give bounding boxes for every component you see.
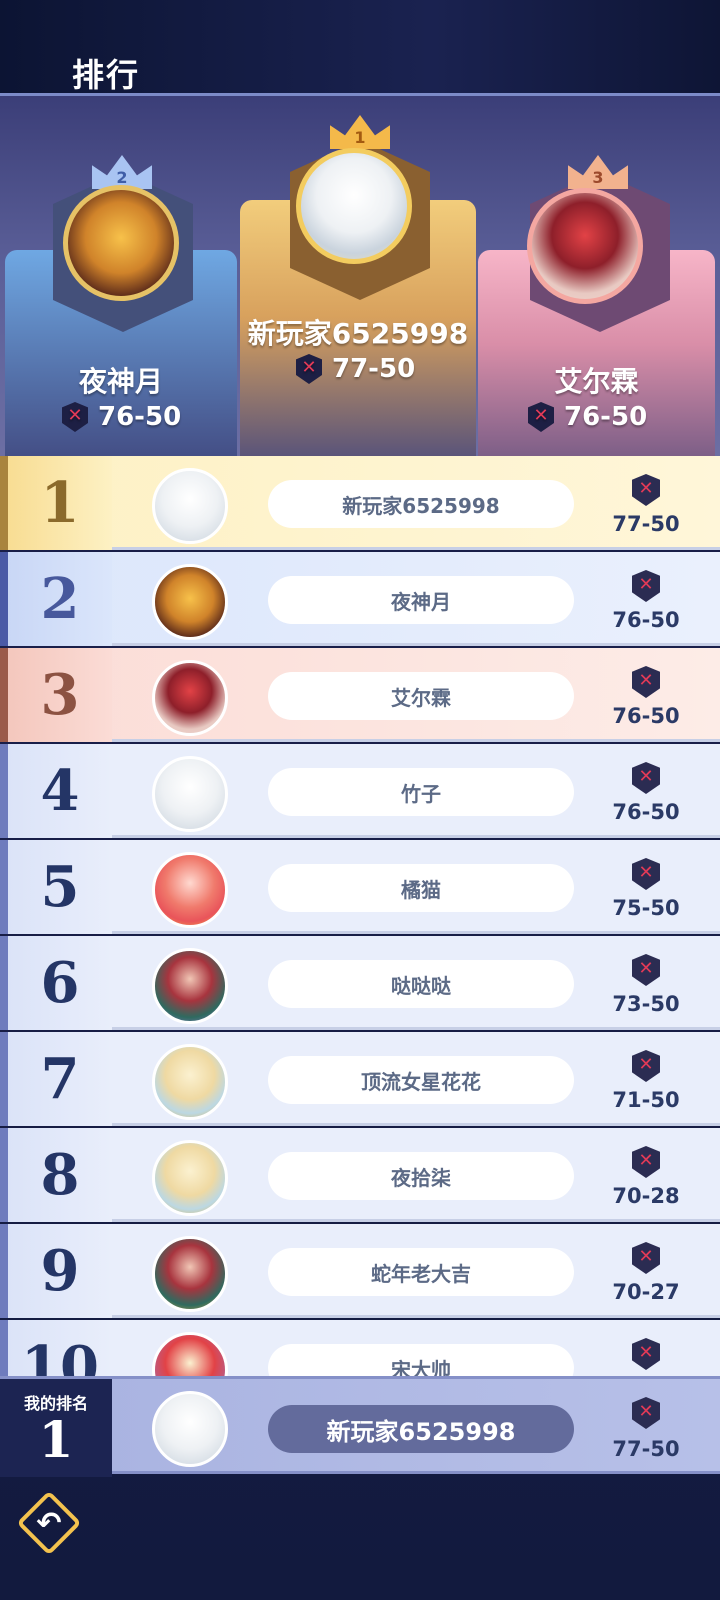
player-score: 70-28 [612, 1184, 680, 1208]
crossed-swords-shield-icon [632, 858, 660, 890]
player-score: 76-50 [612, 800, 680, 824]
rank-number: 7 [0, 1032, 112, 1126]
my-rank-number: 1 [38, 1410, 74, 1469]
rank-number: 4 [0, 744, 112, 838]
avatar[interactable] [152, 948, 228, 1024]
list-item[interactable]: 2 夜神月 76-50 [0, 552, 720, 646]
avatar[interactable] [152, 756, 228, 832]
player-name: 夜拾柒 [268, 1152, 574, 1200]
rank-number: 2 [0, 552, 112, 646]
crossed-swords-shield-icon [632, 474, 660, 506]
rank-number: 3 [0, 648, 112, 742]
avatar[interactable] [152, 468, 228, 544]
avatar[interactable] [152, 660, 228, 736]
rank-number: 1 [0, 456, 112, 550]
podium-avatar-2[interactable] [63, 185, 179, 301]
rank-number: 10 [0, 1320, 112, 1376]
player-name: 蛇年老大吉 [268, 1248, 574, 1296]
header-bar: 排行 [0, 0, 720, 94]
podium-name-1: 新玩家6525998 [247, 317, 469, 350]
podium-score-2: 76-50 [62, 402, 181, 432]
my-player-name: 新玩家6525998 [268, 1405, 574, 1453]
podium-name-2: 夜神月 [78, 365, 163, 398]
player-name: 哒哒哒 [268, 960, 574, 1008]
player-score: 76-50 [612, 608, 680, 632]
player-score: 70-27 [612, 1280, 680, 1304]
back-button[interactable]: ↶ [16, 1490, 82, 1556]
list-item[interactable]: 4 竹子 76-50 [0, 744, 720, 838]
crossed-swords-shield-icon [632, 1146, 660, 1178]
podium-name-3: 艾尔霖 [554, 365, 639, 398]
rank-number: 5 [0, 840, 112, 934]
player-name: 竹子 [268, 768, 574, 816]
podium-avatar-3[interactable] [527, 188, 643, 304]
crossed-swords-shield-icon [632, 954, 660, 986]
my-player-score: 77-50 [612, 1437, 680, 1461]
crossed-swords-shield-icon [632, 1242, 660, 1274]
back-arrow-icon: ↶ [36, 1505, 62, 1541]
player-name: 夜神月 [268, 576, 574, 624]
score-icon [62, 402, 88, 432]
avatar[interactable] [152, 1332, 228, 1376]
player-name: 橘猫 [268, 864, 574, 912]
avatar[interactable] [152, 852, 228, 928]
list-item[interactable]: 10 宋大帅 [0, 1320, 720, 1376]
crossed-swords-shield-icon [632, 666, 660, 698]
player-score: 77-50 [612, 512, 680, 536]
podium-avatar-1[interactable] [296, 148, 412, 264]
player-name: 新玩家6525998 [268, 480, 574, 528]
score-icon [296, 354, 322, 384]
ranking-list[interactable]: 1 新玩家6525998 77-50 2 夜神月 76-50 3 艾尔霖 76-… [0, 456, 720, 1376]
player-score: 71-50 [612, 1088, 680, 1112]
my-rank-row[interactable]: 我的排名 1 新玩家6525998 77-50 [0, 1376, 720, 1477]
my-avatar[interactable] [152, 1391, 228, 1467]
podium-score-3: 76-50 [528, 402, 647, 432]
podium-score-1-value: 77-50 [332, 354, 416, 384]
rank-number: 9 [0, 1224, 112, 1318]
avatar[interactable] [152, 1044, 228, 1120]
rank-number: 6 [0, 936, 112, 1030]
list-item[interactable]: 9 蛇年老大吉 70-27 [0, 1224, 720, 1318]
podium-score-1: 77-50 [296, 354, 415, 384]
player-name: 顶流女星花花 [268, 1056, 574, 1104]
avatar[interactable] [152, 1140, 228, 1216]
list-item[interactable]: 3 艾尔霖 76-50 [0, 648, 720, 742]
list-item[interactable]: 6 哒哒哒 73-50 [0, 936, 720, 1030]
crossed-swords-shield-icon [632, 1050, 660, 1082]
crossed-swords-shield-icon [632, 1338, 660, 1370]
page-title: 排行 [72, 56, 141, 94]
player-name: 宋大帅 [268, 1344, 574, 1376]
player-score: 76-50 [612, 704, 680, 728]
player-name: 艾尔霖 [268, 672, 574, 720]
crossed-swords-shield-icon [632, 1397, 660, 1429]
podium-score-2-value: 76-50 [98, 402, 182, 432]
avatar[interactable] [152, 564, 228, 640]
player-score: 73-50 [612, 992, 680, 1016]
podium-score-3-value: 76-50 [564, 402, 648, 432]
list-item[interactable]: 1 新玩家6525998 77-50 [0, 456, 720, 550]
list-item[interactable]: 8 夜拾柒 70-28 [0, 1128, 720, 1222]
crossed-swords-shield-icon [632, 762, 660, 794]
crossed-swords-shield-icon [632, 570, 660, 602]
my-rank-cell: 我的排名 1 [0, 1379, 112, 1477]
avatar[interactable] [152, 1236, 228, 1312]
player-score: 75-50 [612, 896, 680, 920]
score-icon [528, 402, 554, 432]
rank-number: 8 [0, 1128, 112, 1222]
list-item[interactable]: 7 顶流女星花花 71-50 [0, 1032, 720, 1126]
list-item[interactable]: 5 橘猫 75-50 [0, 840, 720, 934]
